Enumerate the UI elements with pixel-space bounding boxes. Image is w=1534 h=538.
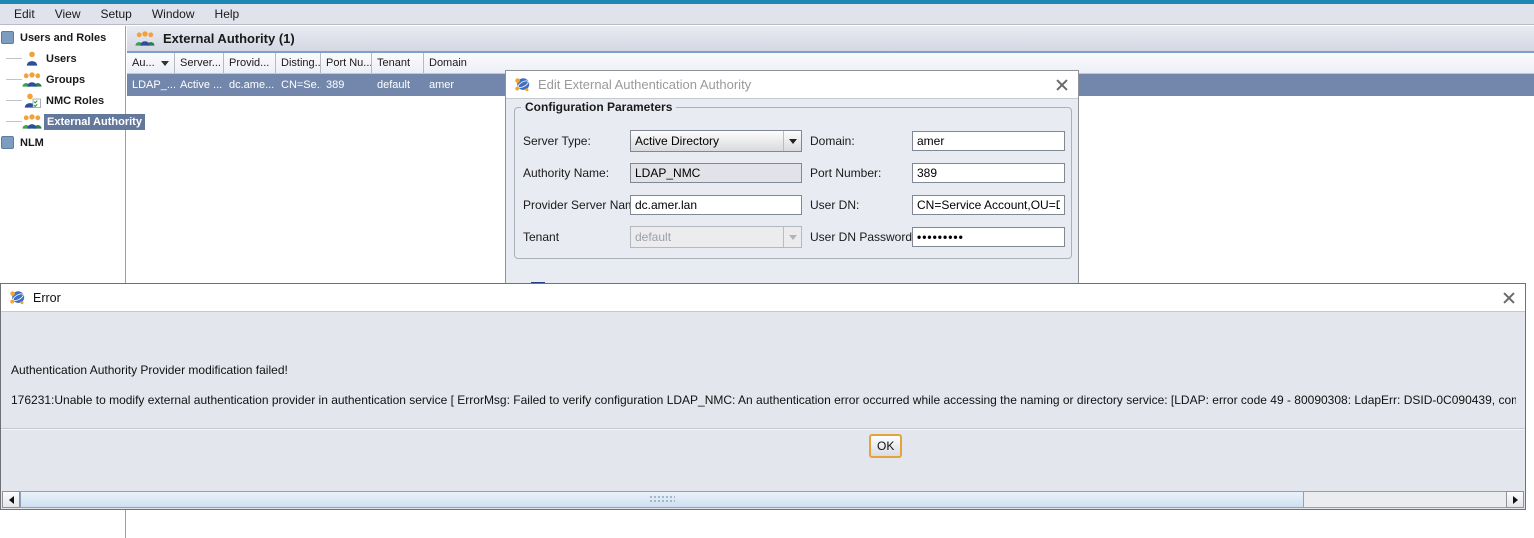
- edit-authority-dialog: Edit External Authentication Authority C…: [505, 70, 1079, 285]
- user-icon: [22, 51, 42, 67]
- group-icon: [135, 31, 155, 46]
- ok-button[interactable]: OK: [869, 434, 902, 458]
- error-summary-text: Authentication Authority Provider modifi…: [11, 363, 288, 377]
- server-type-label: Server Type:: [523, 134, 630, 148]
- user-dn-field[interactable]: [912, 195, 1065, 215]
- tree-connector-line: [6, 79, 22, 80]
- tree-connector-line: [6, 100, 22, 101]
- folder-icon: [1, 136, 14, 149]
- user-dn-password-label: User DN Password:: [810, 230, 912, 244]
- sidebar-item-label: Users: [46, 53, 77, 65]
- scrollbar-track[interactable]: [1304, 491, 1506, 508]
- app-globe-icon: [514, 77, 530, 92]
- sidebar-item-nmc-roles[interactable]: NMC Roles: [0, 90, 125, 111]
- group-icon: [22, 72, 42, 88]
- scrollbar-grip-icon: [649, 495, 675, 504]
- column-header-authority[interactable]: Au...: [127, 53, 175, 73]
- configuration-parameters-group: Configuration Parameters Server Type: Ac…: [514, 107, 1072, 259]
- panel-title: External Authority (1): [163, 31, 295, 46]
- arrow-left-icon: [9, 496, 14, 504]
- sidebar-item-label: Users and Roles: [20, 32, 106, 44]
- port-number-label: Port Number:: [810, 166, 912, 180]
- user-checklist-icon: [22, 93, 42, 109]
- sidebar-item-label: External Authority: [44, 114, 145, 130]
- sidebar-item-external-authority[interactable]: External Authority: [0, 111, 125, 132]
- tenant-label: Tenant: [523, 230, 630, 244]
- horizontal-scrollbar[interactable]: [2, 491, 1524, 508]
- column-header-server-type[interactable]: Server...: [175, 53, 224, 73]
- cell-distinguished-name: CN=Se...: [276, 74, 321, 96]
- scrollbar-thumb[interactable]: [20, 491, 1304, 508]
- column-header-port-number[interactable]: Port Nu...: [321, 53, 372, 73]
- sidebar-item-users[interactable]: Users: [0, 48, 125, 69]
- user-dn-label: User DN:: [810, 198, 912, 212]
- menu-help[interactable]: Help: [205, 5, 250, 23]
- panel-header: External Authority (1): [127, 26, 1534, 53]
- provider-server-name-label: Provider Server Name:: [523, 198, 630, 212]
- tree-connector-line: [6, 121, 22, 122]
- cell-server-type: Active ...: [175, 74, 224, 96]
- menu-view[interactable]: View: [45, 5, 91, 23]
- folder-icon: [1, 31, 14, 44]
- dialog-title: Edit External Authentication Authority: [538, 77, 751, 92]
- error-dialog: Error Authentication Authority Provider …: [0, 283, 1526, 510]
- sidebar-item-label: NMC Roles: [46, 95, 104, 107]
- group-icon: [22, 114, 42, 130]
- server-type-value: Active Directory: [635, 134, 719, 148]
- cell-port-number: 389: [321, 74, 372, 96]
- error-message-area: Authentication Authority Provider modifi…: [1, 313, 1525, 510]
- authority-name-field: [630, 163, 802, 183]
- menu-bar: Edit View Setup Window Help: [0, 4, 1534, 25]
- close-icon[interactable]: [1501, 290, 1517, 306]
- sidebar-item-groups[interactable]: Groups: [0, 69, 125, 90]
- port-number-field[interactable]: [912, 163, 1065, 183]
- tree-connector-line: [6, 58, 22, 59]
- dialog-titlebar[interactable]: Error: [1, 284, 1525, 312]
- user-dn-password-field[interactable]: [912, 227, 1065, 247]
- menu-setup[interactable]: Setup: [90, 5, 141, 23]
- server-type-dropdown[interactable]: Active Directory: [630, 130, 802, 152]
- column-header-label: Au...: [132, 57, 155, 69]
- arrow-right-icon: [1513, 496, 1518, 504]
- authority-name-label: Authority Name:: [523, 166, 630, 180]
- column-header-provider[interactable]: Provid...: [224, 53, 276, 73]
- cell-provider: dc.ame...: [224, 74, 276, 96]
- sidebar-item-nlm[interactable]: NLM: [0, 132, 125, 153]
- close-icon[interactable]: [1054, 77, 1070, 93]
- tenant-value: default: [635, 230, 671, 244]
- scroll-left-button[interactable]: [2, 491, 20, 508]
- cell-tenant: default: [372, 74, 424, 96]
- tenant-dropdown: default: [630, 226, 802, 248]
- sidebar-item-label: NLM: [20, 137, 44, 149]
- menu-window[interactable]: Window: [142, 5, 205, 23]
- dialog-titlebar[interactable]: Edit External Authentication Authority: [506, 71, 1078, 99]
- group-title: Configuration Parameters: [521, 100, 676, 114]
- error-detail-text: 176231:Unable to modify external authent…: [11, 393, 1516, 407]
- scroll-right-button[interactable]: [1506, 491, 1524, 508]
- provider-server-name-field[interactable]: [630, 195, 802, 215]
- column-header-distinguished-name[interactable]: Disting...: [276, 53, 321, 73]
- chevron-down-icon: [783, 131, 801, 151]
- menu-edit[interactable]: Edit: [4, 5, 45, 23]
- column-header-tenant[interactable]: Tenant: [372, 53, 424, 73]
- domain-label: Domain:: [810, 134, 912, 148]
- chevron-down-icon: [783, 227, 801, 247]
- dialog-title: Error: [33, 291, 61, 305]
- sidebar-item-label: Groups: [46, 74, 85, 86]
- cell-authority: LDAP_...: [127, 74, 175, 96]
- app-globe-icon: [9, 290, 25, 305]
- domain-field[interactable]: [912, 131, 1065, 151]
- sidebar-item-users-and-roles[interactable]: Users and Roles: [0, 27, 125, 48]
- application-window: Edit View Setup Window Help Users and Ro…: [0, 0, 1534, 538]
- sort-descending-icon: [161, 61, 169, 66]
- button-panel-divider: [1, 428, 1525, 430]
